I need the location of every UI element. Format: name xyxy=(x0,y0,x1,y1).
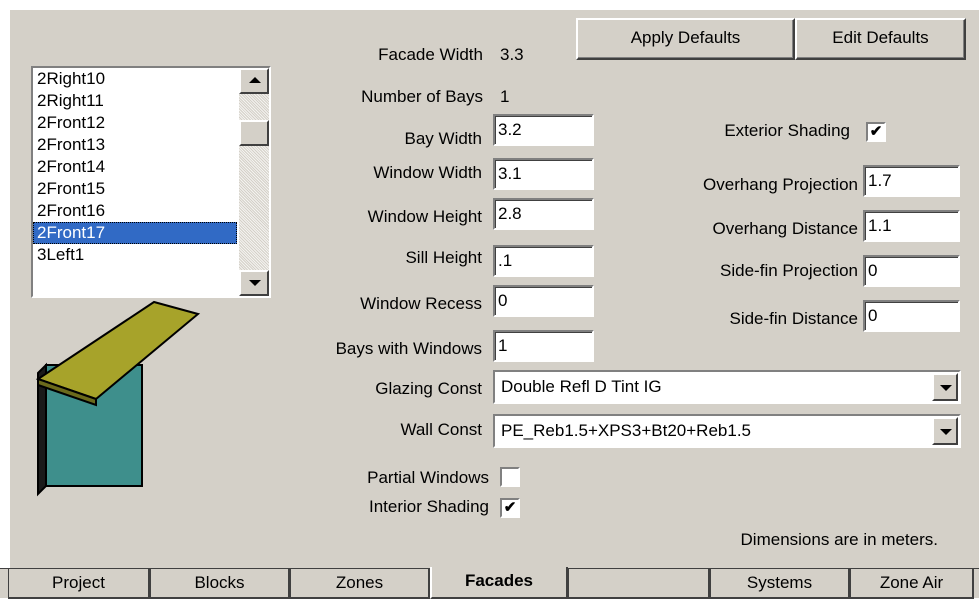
window-height-input[interactable] xyxy=(493,198,594,230)
wall-const-label: Wall Const xyxy=(400,420,482,439)
partial-windows-checkbox[interactable] xyxy=(500,467,520,487)
facade-preview xyxy=(36,300,201,497)
sidefin-distance-input[interactable] xyxy=(863,300,960,332)
chevron-down-icon xyxy=(940,385,952,391)
window-width-input[interactable] xyxy=(493,158,594,190)
preview-shapes xyxy=(36,300,201,497)
list-item[interactable]: 2Front15 xyxy=(33,178,237,200)
wall-dropdown-button[interactable] xyxy=(932,417,958,445)
overhang-projection-label: Overhang Projection xyxy=(703,175,858,194)
overhang-distance-input[interactable] xyxy=(863,210,960,242)
exterior-shading-label: Exterior Shading xyxy=(724,121,850,140)
glazing-const-select[interactable]: Double Refl D Tint IG xyxy=(493,370,961,404)
facade-width-value: 3.3 xyxy=(500,45,524,64)
sill-height-label: Sill Height xyxy=(405,248,482,267)
tab-zones[interactable]: Zones xyxy=(290,569,430,599)
facade-width-label: Facade Width xyxy=(378,45,483,64)
list-item[interactable]: 2Front16 xyxy=(33,200,237,222)
partial-windows-label: Partial Windows xyxy=(367,468,489,487)
facade-list-items: 2Right10 2Right11 2Front12 2Front13 2Fro… xyxy=(33,68,237,266)
list-item[interactable]: 2Front14 xyxy=(33,156,237,178)
list-item[interactable]: 2Right11 xyxy=(33,90,237,112)
window-recess-input[interactable] xyxy=(493,285,594,317)
window-width-label: Window Width xyxy=(373,163,482,182)
list-item[interactable]: 2Right10 xyxy=(33,68,237,90)
tab-blank[interactable] xyxy=(568,569,710,599)
tab-facades[interactable]: Facades xyxy=(430,567,568,599)
list-item-selected[interactable]: 2Front17 xyxy=(33,222,237,244)
list-item[interactable]: 2Front13 xyxy=(33,134,237,156)
interior-shading-label: Interior Shading xyxy=(368,497,489,516)
arrow-up-icon xyxy=(249,77,261,83)
tab-zone-air[interactable]: Zone Air xyxy=(850,569,974,599)
wall-const-value: PE_Reb1.5+XPS3+Bt20+Reb1.5 xyxy=(501,421,751,440)
sidefin-projection-input[interactable] xyxy=(863,255,960,287)
number-of-bays-label: Number of Bays xyxy=(361,87,483,106)
glazing-const-value: Double Refl D Tint IG xyxy=(501,377,662,396)
list-item[interactable]: 2Front12 xyxy=(33,112,237,134)
glazing-const-label: Glazing Const xyxy=(375,379,482,398)
chevron-down-icon xyxy=(940,429,952,435)
list-item[interactable]: 3Left1 xyxy=(33,244,237,266)
interior-shading-checkbox[interactable]: ✔ xyxy=(500,498,520,518)
wall-const-select[interactable]: PE_Reb1.5+XPS3+Bt20+Reb1.5 xyxy=(493,414,961,448)
tab-bar: Project Blocks Zones Facades Systems Zon… xyxy=(0,567,979,599)
units-note: Dimensions are in meters. xyxy=(740,530,938,549)
window-recess-label: Window Recess xyxy=(360,294,482,313)
scroll-down-button[interactable] xyxy=(239,270,269,296)
apply-defaults-button[interactable]: Apply Defaults xyxy=(576,18,795,60)
arrow-down-icon xyxy=(249,280,261,286)
glazing-dropdown-button[interactable] xyxy=(932,373,958,401)
tab-systems[interactable]: Systems xyxy=(710,569,850,599)
sidefin-projection-label: Side-fin Projection xyxy=(720,261,858,280)
facade-listbox[interactable]: 2Right10 2Right11 2Front12 2Front13 2Fro… xyxy=(31,66,271,298)
tab-blocks[interactable]: Blocks xyxy=(150,569,290,599)
tab-project[interactable]: Project xyxy=(8,569,150,599)
number-of-bays-value: 1 xyxy=(500,87,510,106)
sill-height-input[interactable] xyxy=(493,245,594,277)
bays-with-windows-label: Bays with Windows xyxy=(335,339,482,358)
window-height-label: Window Height xyxy=(367,207,482,226)
edit-defaults-button[interactable]: Edit Defaults xyxy=(795,18,966,60)
bays-with-windows-input[interactable] xyxy=(493,330,594,362)
sidefin-distance-label: Side-fin Distance xyxy=(729,309,858,328)
bay-width-input[interactable] xyxy=(493,114,594,146)
overhang-distance-label: Overhang Distance xyxy=(712,219,858,238)
list-scrollbar[interactable] xyxy=(239,68,269,296)
exterior-shading-checkbox[interactable]: ✔ xyxy=(866,122,886,142)
scroll-up-button[interactable] xyxy=(239,68,269,94)
overhang-projection-input[interactable] xyxy=(863,165,960,197)
bay-width-label: Bay Width xyxy=(404,129,482,148)
scroll-thumb[interactable] xyxy=(239,120,269,146)
